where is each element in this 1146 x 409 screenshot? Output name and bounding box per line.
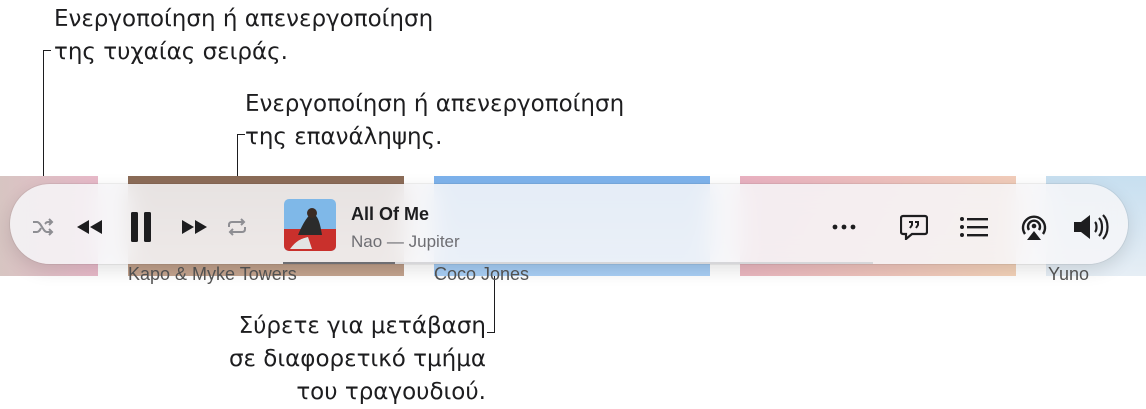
album-artist-label: Yuno bbox=[1048, 264, 1090, 284]
forward-icon bbox=[182, 220, 207, 234]
callout-repeat-line-2: της επανάληψης. bbox=[245, 124, 443, 150]
track-artist-album: Nao — Jupiter bbox=[351, 232, 460, 251]
callout-repeat: Ενεργοποίηση ή απενεργοποίηση της επανάλ… bbox=[245, 88, 624, 154]
lyrics-icon bbox=[900, 214, 928, 240]
volume-button[interactable] bbox=[1070, 211, 1112, 243]
callout-scrubber-line-3: του τραγουδιού. bbox=[296, 379, 486, 405]
leader-scrubber-tick bbox=[487, 332, 495, 333]
callout-scrubber: Σύρετε για μετάβαση σε διαφορετικό τμήμα… bbox=[229, 310, 486, 409]
queue-button[interactable] bbox=[957, 213, 991, 241]
shuffle-icon bbox=[33, 218, 54, 236]
ellipsis-icon bbox=[832, 224, 856, 230]
album-artwork-image bbox=[284, 199, 336, 251]
repeat-icon bbox=[228, 218, 246, 236]
pause-icon bbox=[131, 212, 151, 242]
next-button[interactable] bbox=[178, 214, 212, 240]
callout-shuffle-line-2: της τυχαίας σειράς. bbox=[54, 39, 288, 65]
speaker-icon bbox=[1074, 214, 1109, 240]
previous-button[interactable] bbox=[72, 214, 106, 240]
backward-icon bbox=[77, 220, 102, 234]
callout-shuffle: Ενεργοποίηση ή απενεργοποίηση της τυχαία… bbox=[54, 3, 433, 69]
more-button[interactable] bbox=[828, 214, 860, 240]
track-title: All Of Me bbox=[351, 204, 430, 224]
shuffle-button[interactable] bbox=[30, 214, 56, 240]
airplay-icon bbox=[1021, 215, 1047, 240]
album-artist-label: Coco Jones bbox=[434, 264, 530, 284]
lyrics-button[interactable] bbox=[898, 211, 930, 243]
list-icon bbox=[960, 217, 988, 237]
airplay-button[interactable] bbox=[1016, 210, 1052, 244]
callout-scrubber-line-1: Σύρετε για μετάβαση bbox=[238, 313, 486, 339]
callout-scrubber-line-2: σε διαφορετικό τμήμα bbox=[228, 346, 486, 372]
callout-repeat-line-1: Ενεργοποίηση ή απενεργοποίηση bbox=[245, 91, 625, 117]
leader-repeat-tick bbox=[237, 134, 245, 135]
callout-shuffle-line-1: Ενεργοποίηση ή απενεργοποίηση bbox=[54, 6, 434, 32]
album-artist-label: Kapo & Myke Towers bbox=[128, 264, 297, 284]
pause-button[interactable] bbox=[126, 208, 156, 246]
album-artwork[interactable] bbox=[284, 199, 336, 251]
repeat-button[interactable] bbox=[224, 214, 250, 240]
leader-shuffle-tick bbox=[43, 50, 51, 51]
playback-progress bbox=[283, 262, 396, 264]
